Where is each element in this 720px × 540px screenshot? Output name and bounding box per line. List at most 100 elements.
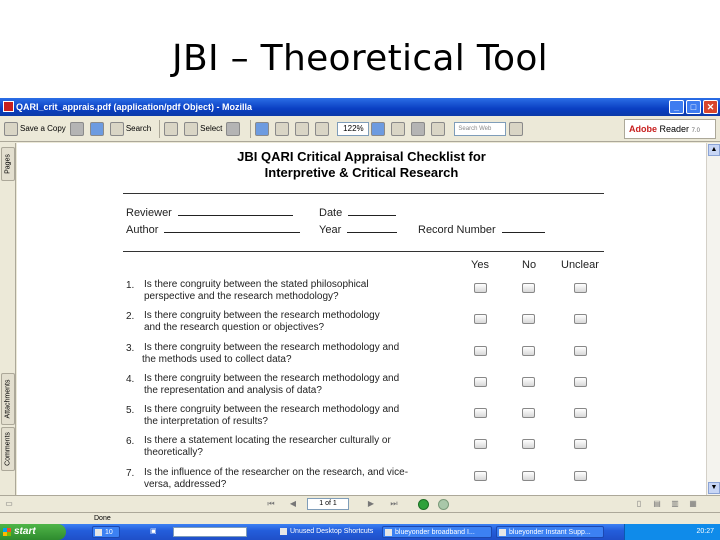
- zoom-tool-button[interactable]: [255, 119, 271, 139]
- question-line: Is there a statement locating the resear…: [144, 435, 391, 446]
- last-page-icon[interactable]: ⏭: [389, 499, 399, 509]
- clock[interactable]: 20:27: [696, 524, 714, 540]
- checkbox-unclear[interactable]: [574, 377, 587, 387]
- question-text: Is there a statement locating the resear…: [144, 435, 454, 459]
- slide-title: JBI – Theoretical Tool: [172, 38, 548, 79]
- system-tray: 20:27: [624, 524, 720, 540]
- checkbox-yes[interactable]: [474, 439, 487, 449]
- binoculars-icon: [109, 121, 124, 136]
- checkbox-unclear[interactable]: [574, 283, 587, 293]
- scroll-up-arrow-icon[interactable]: ▲: [708, 144, 720, 156]
- doc-title-line2: Interpretive & Critical Research: [264, 165, 459, 180]
- checkbox-yes[interactable]: [474, 408, 487, 418]
- yahoo-button[interactable]: [509, 119, 525, 139]
- task-blueyonder-broadband[interactable]: blueyonder broadband I...: [382, 526, 492, 538]
- checkbox-no[interactable]: [522, 346, 535, 356]
- question-number: 3.: [126, 343, 135, 354]
- print-button[interactable]: [69, 119, 86, 139]
- page-navigation-bar: ▭ ⏮ ◀ 1 of 1 ▶ ⏭ ▯ ▤ ▥ ▦: [0, 495, 720, 512]
- pdf-document: JBI QARI Critical Appraisal Checklist fo…: [17, 143, 706, 495]
- checkbox-no[interactable]: [522, 377, 535, 387]
- first-page-icon[interactable]: ⏮: [266, 499, 276, 509]
- question-number: 2.: [126, 311, 135, 322]
- checkbox-no[interactable]: [522, 471, 535, 481]
- tab-pages[interactable]: Pages: [1, 147, 15, 181]
- history-button[interactable]: [431, 119, 447, 139]
- checkbox-unclear[interactable]: [574, 346, 587, 356]
- next-page-icon[interactable]: ▶: [366, 499, 376, 509]
- go-back-icon[interactable]: [418, 499, 429, 510]
- start-label: start: [14, 526, 36, 537]
- taskbar-address-input[interactable]: [173, 527, 247, 537]
- rotate-button[interactable]: [391, 119, 407, 139]
- checkbox-unclear[interactable]: [574, 439, 587, 449]
- snapshot-button[interactable]: [226, 119, 242, 139]
- go-forward-icon[interactable]: [438, 499, 449, 510]
- tab-attachments-label: Attachments: [4, 379, 12, 419]
- fit-width-button[interactable]: [295, 119, 311, 139]
- hand-tool-button[interactable]: [164, 119, 180, 139]
- grouped-windows-button[interactable]: 10: [92, 526, 120, 538]
- checkbox-unclear[interactable]: [574, 408, 587, 418]
- checkbox-yes[interactable]: [474, 471, 487, 481]
- question-text: Is there congruity between the research …: [144, 310, 444, 334]
- vertical-scrollbar[interactable]: ▲ ▼: [706, 143, 720, 495]
- save-icon: [4, 121, 18, 136]
- tab-attachments[interactable]: Attachments: [1, 373, 15, 425]
- zoom-in-icon: [371, 121, 386, 136]
- checkbox-yes[interactable]: [474, 314, 487, 324]
- search-button[interactable]: Search: [109, 119, 151, 139]
- task-unused-shortcuts[interactable]: Unused Desktop Shortcuts: [278, 526, 376, 538]
- minimize-button[interactable]: _: [669, 100, 684, 114]
- camera-icon: [226, 121, 241, 136]
- reviewer-line: [177, 206, 293, 216]
- question-text: Is there congruity between the research …: [144, 373, 454, 397]
- question-text: Is there congruity between the research …: [144, 404, 454, 428]
- continuous-facing-icon[interactable]: ▦: [688, 499, 698, 509]
- search-web-input[interactable]: Search Web: [454, 121, 507, 136]
- checkbox-no[interactable]: [522, 408, 535, 418]
- record-number-label: Record Number: [418, 224, 496, 236]
- quick-launch-icon[interactable]: ▣: [150, 526, 170, 538]
- email-button[interactable]: [89, 119, 106, 139]
- fit-page-button[interactable]: [275, 119, 291, 139]
- maximize-button[interactable]: □: [686, 100, 701, 114]
- save-copy-button[interactable]: Save a Copy: [4, 119, 66, 139]
- question-line: the interpretation of results?: [144, 416, 268, 427]
- checkbox-yes[interactable]: [474, 377, 487, 387]
- window-titlebar[interactable]: QARI_crit_apprais.pdf (application/pdf O…: [0, 98, 720, 116]
- previous-page-icon[interactable]: ◀: [288, 499, 298, 509]
- question-line: the methods used to collect data?: [142, 354, 292, 365]
- question-line: theoretically?: [144, 447, 203, 458]
- checkbox-no[interactable]: [522, 439, 535, 449]
- author-line: [164, 223, 301, 233]
- zoom-out-icon: [315, 121, 330, 136]
- checkbox-yes[interactable]: [474, 283, 487, 293]
- question-text: Is there congruity between the research …: [142, 342, 452, 366]
- select-tool-button[interactable]: Select: [184, 119, 222, 139]
- checkbox-yes[interactable]: [474, 346, 487, 356]
- zoom-in-button[interactable]: [371, 119, 387, 139]
- divider-line: [123, 251, 604, 252]
- start-button[interactable]: start: [0, 524, 66, 540]
- question-line: Is the influence of the researcher on th…: [144, 467, 409, 478]
- facing-icon[interactable]: ▥: [670, 499, 680, 509]
- scroll-down-arrow-icon[interactable]: ▼: [708, 482, 720, 494]
- tab-comments[interactable]: Comments: [1, 427, 15, 471]
- continuous-icon[interactable]: ▤: [652, 499, 662, 509]
- zoom-level-field[interactable]: 122%: [337, 121, 370, 136]
- checkbox-no[interactable]: [522, 283, 535, 293]
- page-number-field[interactable]: 1 of 1: [307, 498, 349, 510]
- checkbox-unclear[interactable]: [574, 314, 587, 324]
- task-blueyonder-support[interactable]: blueyonder Instant Supp...: [496, 526, 604, 538]
- checkbox-no[interactable]: [522, 314, 535, 324]
- navigation-side-tabs: Pages Attachments Comments: [0, 143, 16, 495]
- panel-toggle-icon[interactable]: ▭: [4, 499, 14, 509]
- sign-button[interactable]: [411, 119, 427, 139]
- single-page-icon[interactable]: ▯: [634, 499, 644, 509]
- close-button[interactable]: ✕: [703, 100, 718, 114]
- year-field: Year: [319, 223, 398, 236]
- windows-taskbar: start 10 ▣ Unused Desktop Shortcuts blue…: [0, 524, 720, 540]
- checkbox-unclear[interactable]: [574, 471, 587, 481]
- zoom-out-button[interactable]: [315, 119, 331, 139]
